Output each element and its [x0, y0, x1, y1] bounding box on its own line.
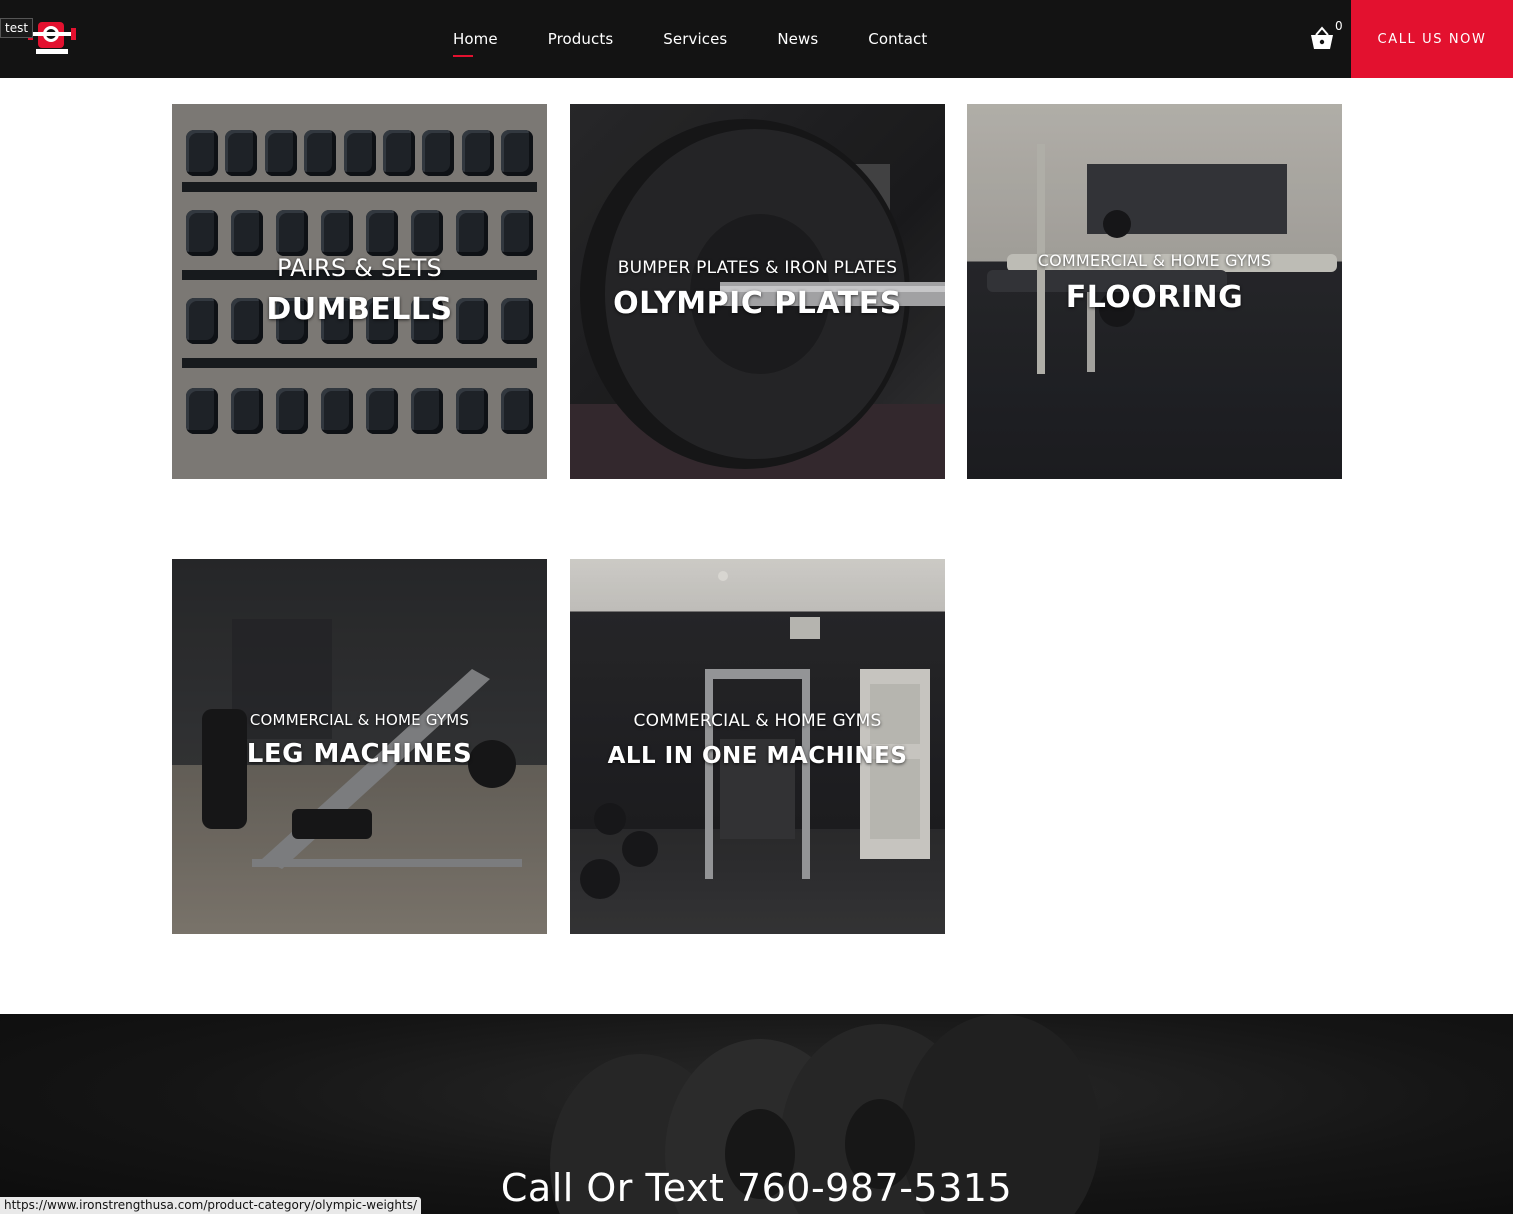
- category-tile-olympic-plates[interactable]: BUMPER PLATES & IRON PLATES OLYMPIC PLAT…: [570, 104, 945, 479]
- call-to-action-band: Call Or Text 760-987-5315: [0, 1014, 1513, 1214]
- main-nav: Home Products Services News Contact: [453, 0, 977, 78]
- tile-title: FLOORING: [1065, 280, 1244, 315]
- tile-subtitle: PAIRS & SETS: [276, 254, 442, 282]
- basket-icon[interactable]: [1308, 26, 1336, 52]
- tile-subtitle: BUMPER PLATES & IRON PLATES: [617, 258, 898, 278]
- category-tile-leg-machines[interactable]: COMMERCIAL & HOME GYMS LEG MACHINES: [172, 559, 547, 934]
- tile-title: DUMBELLS: [266, 292, 453, 327]
- nav-contact[interactable]: Contact: [868, 30, 927, 48]
- cart-count-badge: 0: [1335, 19, 1343, 33]
- tile-title: LEG MACHINES: [246, 739, 473, 769]
- test-badge: test: [0, 18, 34, 38]
- category-tile-dumbells[interactable]: PAIRS & SETS DUMBELLS: [172, 104, 547, 479]
- tile-caption: PAIRS & SETS DUMBELLS: [172, 254, 547, 327]
- category-tile-flooring[interactable]: COMMERCIAL & HOME GYMS FLOORING: [967, 104, 1342, 479]
- tile-title: OLYMPIC PLATES: [613, 286, 902, 321]
- nav-products[interactable]: Products: [548, 30, 614, 48]
- call-us-now-button[interactable]: CALL US NOW: [1351, 0, 1513, 78]
- tile-title: ALL IN ONE MACHINES: [607, 743, 908, 769]
- nav-home[interactable]: Home: [453, 30, 498, 57]
- tile-subtitle: COMMERCIAL & HOME GYMS: [633, 711, 882, 731]
- tile-caption: COMMERCIAL & HOME GYMS ALL IN ONE MACHIN…: [570, 711, 945, 769]
- nav-news[interactable]: News: [777, 30, 818, 48]
- tile-caption: COMMERCIAL & HOME GYMS LEG MACHINES: [172, 711, 547, 769]
- tile-subtitle: COMMERCIAL & HOME GYMS: [1037, 251, 1272, 270]
- tile-caption: COMMERCIAL & HOME GYMS FLOORING: [967, 251, 1342, 315]
- site-header: test Home Products Services News Contact…: [0, 0, 1513, 78]
- tile-subtitle: COMMERCIAL & HOME GYMS: [249, 711, 470, 729]
- nav-services[interactable]: Services: [663, 30, 727, 48]
- category-tile-all-in-one-machines[interactable]: COMMERCIAL & HOME GYMS ALL IN ONE MACHIN…: [570, 559, 945, 934]
- status-bar-url: https://www.ironstrengthusa.com/product-…: [0, 1197, 422, 1214]
- tile-caption: BUMPER PLATES & IRON PLATES OLYMPIC PLAT…: [570, 258, 945, 321]
- iron-strength-logo[interactable]: [28, 20, 76, 56]
